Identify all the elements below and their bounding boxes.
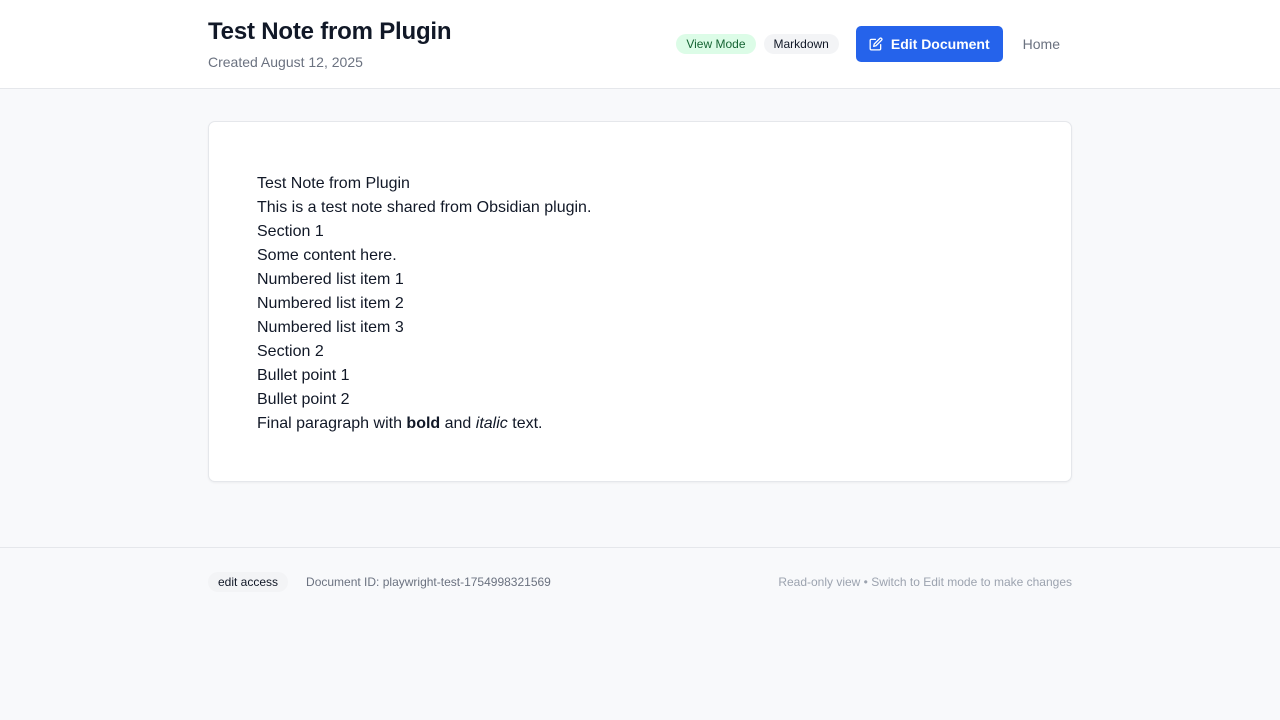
document-card: Test Note from Plugin This is a test not… — [208, 121, 1072, 482]
content-line: Section 1 — [257, 223, 324, 240]
content-line: Numbered list item 1 — [257, 271, 404, 288]
final-text-after: text. — [507, 415, 543, 432]
view-mode-badge: View Mode — [676, 34, 756, 54]
final-text-before: Final paragraph with — [257, 415, 407, 432]
footer-inner: edit access Document ID: playwright-test… — [208, 548, 1072, 616]
home-link[interactable]: Home — [1023, 36, 1060, 52]
content-line: Bullet point 1 — [257, 367, 350, 384]
content-line: Numbered list item 3 — [257, 319, 404, 336]
content-line: Section 2 — [257, 343, 324, 360]
content-line: Some content here. — [257, 247, 397, 264]
edit-document-label: Edit Document — [890, 36, 990, 52]
edit-square-icon — [869, 37, 883, 51]
access-badge: edit access — [208, 572, 289, 592]
italic-text: italic — [475, 415, 508, 432]
final-text-middle: and — [440, 415, 476, 432]
content-line: This is a test note shared from Obsidian… — [257, 199, 592, 216]
markdown-badge: Markdown — [763, 34, 839, 54]
header-inner: Test Note from Plugin Created August 12,… — [208, 0, 1072, 88]
final-paragraph: Final paragraph with bold and italic tex… — [257, 412, 1023, 436]
page-title: Test Note from Plugin — [208, 18, 452, 45]
footer: edit access Document ID: playwright-test… — [0, 547, 1280, 720]
edit-document-button[interactable]: Edit Document — [855, 26, 1003, 62]
read-only-note: Read-only view • Switch to Edit mode to … — [778, 575, 1072, 589]
created-date: Created August 12, 2025 — [208, 54, 363, 70]
document-id: Document ID: playwright-test-17549983215… — [306, 575, 551, 589]
content-line: Bullet point 2 — [257, 391, 350, 408]
document-content: Test Note from Plugin This is a test not… — [257, 172, 1023, 436]
content-line: Numbered list item 2 — [257, 295, 404, 312]
header-actions: View Mode Markdown Edit Document Home — [676, 26, 1072, 62]
header: Test Note from Plugin Created August 12,… — [0, 0, 1280, 89]
content-line: Test Note from Plugin — [257, 175, 410, 192]
bold-text: bold — [406, 415, 441, 432]
footer-left: edit access Document ID: playwright-test… — [208, 572, 551, 592]
